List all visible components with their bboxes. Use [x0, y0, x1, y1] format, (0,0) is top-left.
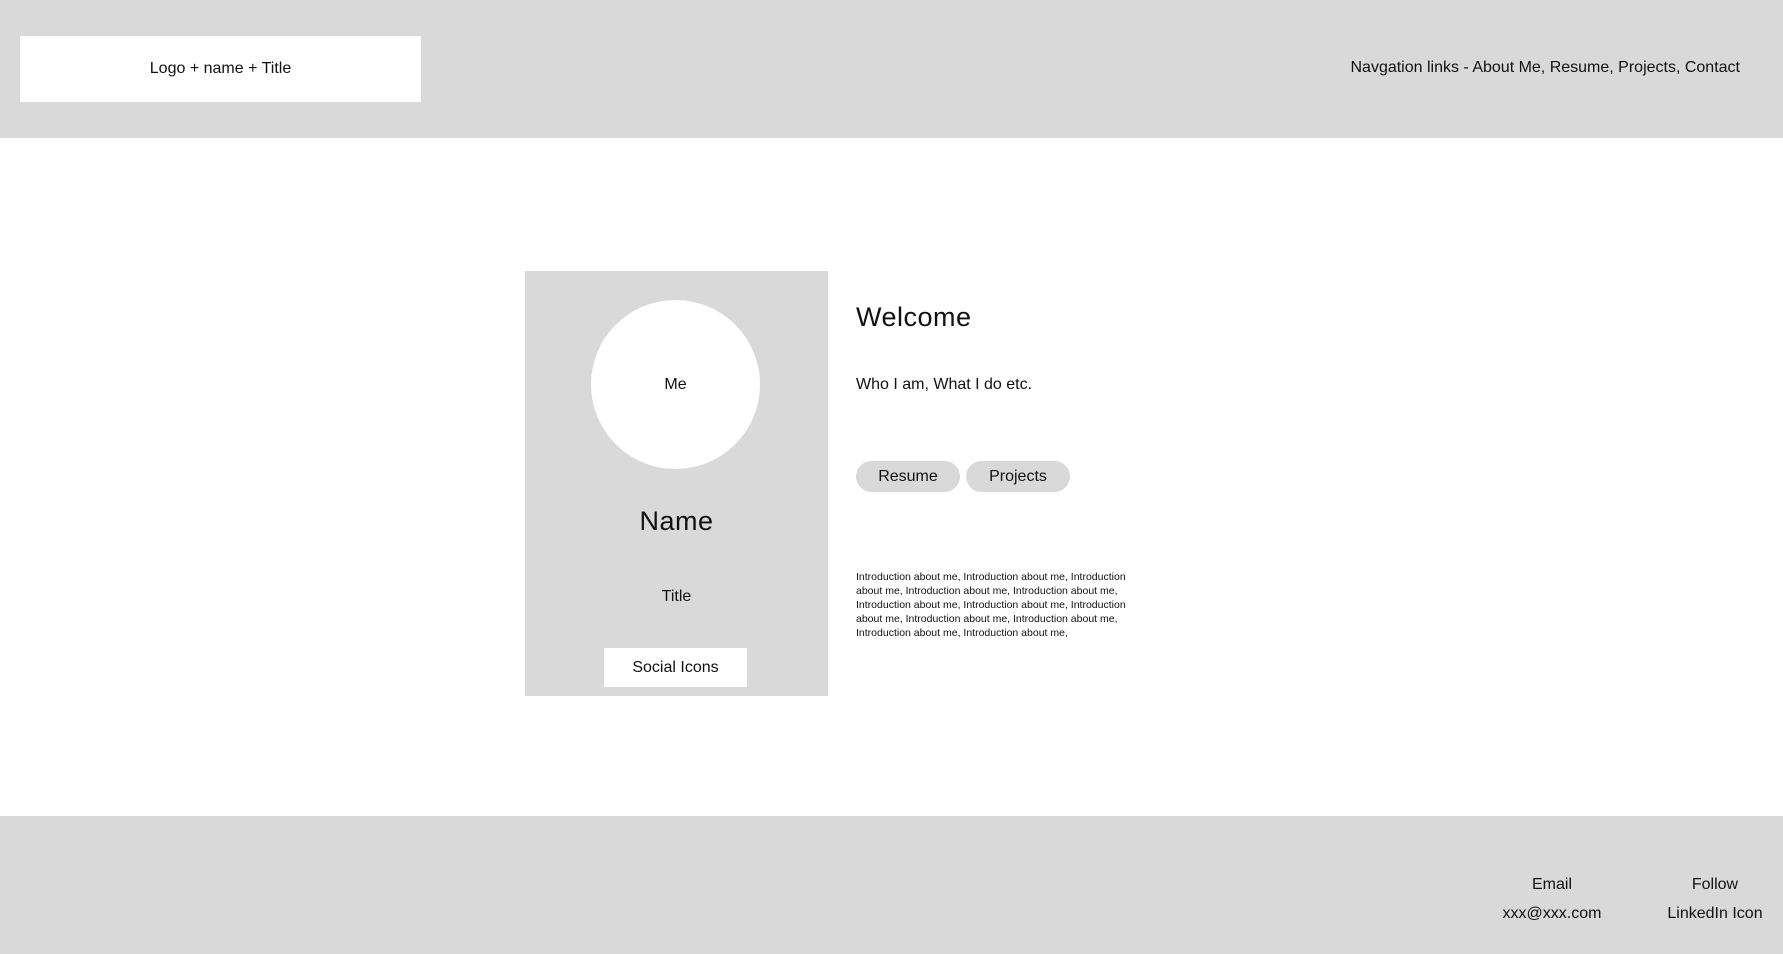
email-heading: Email: [1531, 876, 1572, 893]
intro-subheading: Who I am, What I do etc.: [856, 376, 1033, 393]
site-header: Logo + name + Title Navgation links - Ab…: [0, 0, 1783, 138]
linkedin-icon[interactable]: LinkedIn Icon: [1660, 904, 1770, 924]
introduction-text: Introduction about me, Introduction abou…: [856, 571, 1126, 639]
navigation-links[interactable]: Navgation links - About Me, Resume, Proj…: [1350, 59, 1740, 77]
profile-name: Name: [639, 506, 714, 536]
profile-title: Title: [661, 588, 692, 605]
projects-button-label: Projects: [989, 467, 1047, 485]
logo-label: Logo + name + Title: [149, 60, 292, 77]
resume-button-label: Resume: [878, 467, 938, 485]
follow-heading: Follow: [1691, 876, 1739, 893]
resume-button[interactable]: Resume: [856, 461, 960, 492]
navigation-label: Navgation links - About Me, Resume, Proj…: [1350, 59, 1740, 76]
social-icons-label: Social Icons: [632, 658, 719, 676]
email-link[interactable]: xxx@xxx.com: [1502, 904, 1602, 924]
footer-follow-section: Follow LinkedIn Icon: [1660, 875, 1770, 924]
avatar: Me: [591, 300, 760, 469]
projects-button[interactable]: Projects: [966, 461, 1070, 492]
welcome-heading: Welcome: [856, 302, 972, 332]
site-footer: Email xxx@xxx.com Follow LinkedIn Icon: [0, 816, 1783, 954]
footer-email-section: Email xxx@xxx.com: [1502, 875, 1602, 924]
profile-card: Me Name Title Social Icons: [525, 271, 828, 696]
social-icons-placeholder[interactable]: Social Icons: [604, 648, 747, 687]
logo-placeholder[interactable]: Logo + name + Title: [20, 36, 421, 102]
avatar-label: Me: [664, 375, 687, 393]
